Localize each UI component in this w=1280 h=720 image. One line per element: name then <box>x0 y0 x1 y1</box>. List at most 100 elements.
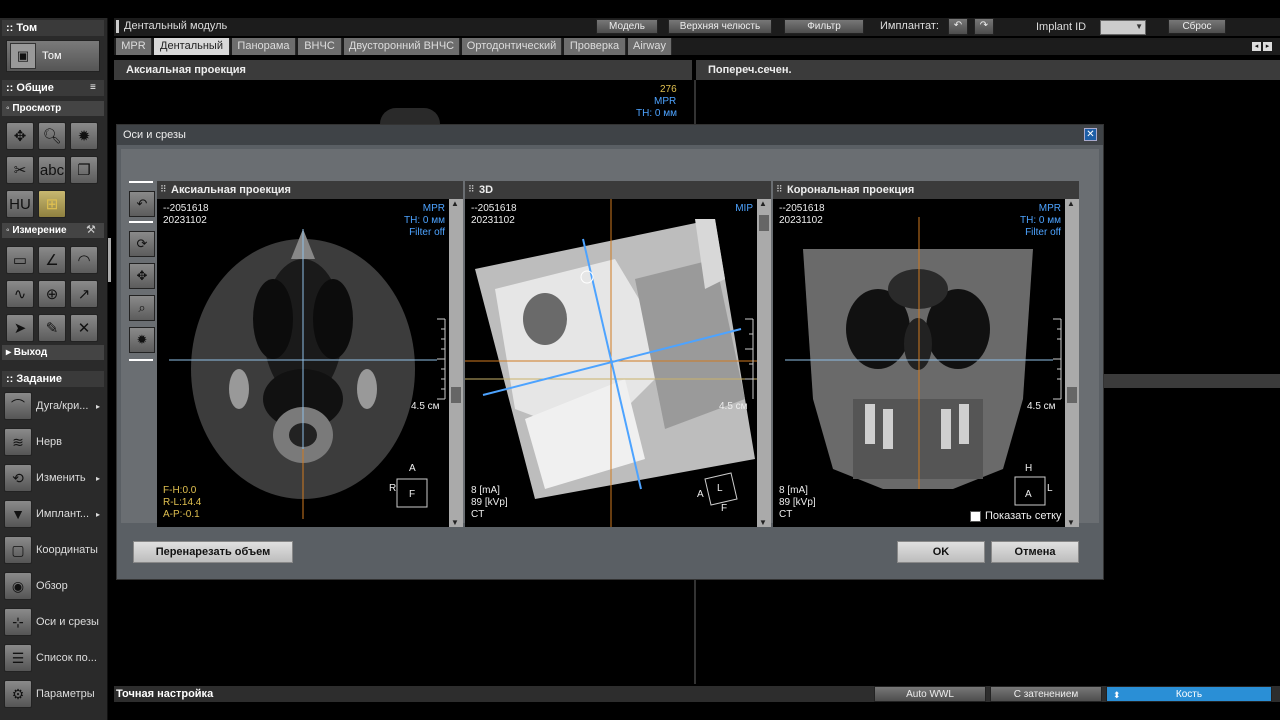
zoom-icon[interactable]: 🔍︎ <box>38 122 66 150</box>
drag-handle-icon[interactable]: ⠿ <box>776 184 783 195</box>
tom-button-label: Том <box>42 50 62 62</box>
brightness-icon[interactable]: ✹ <box>70 122 98 150</box>
task-item-label: Изменить <box>36 472 86 484</box>
coronal-scrollbar[interactable]: ▲ ▼ <box>1065 199 1079 527</box>
orient-top: H <box>1025 463 1033 474</box>
coronal-viewport-title: Корональная проекция <box>773 181 1079 199</box>
ok-button[interactable]: OK <box>897 541 985 563</box>
delete-measure-icon[interactable]: ✕ <box>70 314 98 342</box>
coronal-image[interactable]: --2051618 20231102 MPR TH: 0 мм Filter o… <box>773 199 1065 527</box>
menu-icon[interactable]: ≡ <box>90 82 96 93</box>
chevron-down-icon[interactable]: ▼ <box>759 518 767 527</box>
arc-measure-icon[interactable]: ◠ <box>70 246 98 274</box>
implant-id-select[interactable]: ▼ <box>1100 20 1146 35</box>
chevron-up-icon[interactable]: ▲ <box>451 199 459 208</box>
task-section-header[interactable]: :: Задание <box>2 371 104 387</box>
scroll-thumb[interactable] <box>759 215 769 231</box>
filter-button[interactable]: Фильтр <box>784 19 864 34</box>
zoom-tool-icon[interactable]: ⌕ <box>129 295 155 321</box>
ruler-grid-icon[interactable]: ⊞ <box>38 190 66 218</box>
show-grid-checkbox[interactable] <box>970 511 981 522</box>
pan-tool-icon[interactable]: ✥ <box>129 263 155 289</box>
background-axial-image <box>380 108 440 124</box>
viewport-tools: ↶ ⟳ ✥ ⌕ ✹ <box>125 179 155 365</box>
cancel-button[interactable]: Отмена <box>991 541 1079 563</box>
tab-airway[interactable]: Airway <box>628 38 672 55</box>
task-item[interactable]: ◉ Обзор <box>4 570 104 602</box>
tab-orthodontic[interactable]: Ортодонтический <box>462 38 562 55</box>
coord-fh: F-H:0.0 <box>163 485 197 496</box>
task-item[interactable]: ▼ Имплант... ▸ <box>4 498 104 530</box>
chevron-up-icon[interactable]: ▲ <box>1067 199 1075 208</box>
task-item[interactable]: ☰ Список по... <box>4 642 104 674</box>
redo-icon[interactable]: ↷ <box>974 18 994 35</box>
copy-icon[interactable]: ❐ <box>70 156 98 184</box>
chevron-right-icon: ▸ <box>95 509 100 519</box>
chevron-up-icon[interactable]: ▲ <box>759 199 767 208</box>
general-section-header[interactable]: :: Общие <box>2 80 104 96</box>
tools-icon[interactable]: ⚒ <box>86 223 96 236</box>
3d-scrollbar[interactable]: ▲ ▼ <box>757 199 771 527</box>
angle-icon[interactable]: ∠ <box>38 246 66 274</box>
reslice-volume-button[interactable]: Перенарезать объем <box>133 541 293 563</box>
axial-image[interactable]: --2051618 20231102 MPR TH: 0 мм Filter o… <box>157 199 449 527</box>
task-item[interactable]: ⟲ Изменить ▸ <box>4 462 104 494</box>
list-icon: ☰ <box>4 644 32 672</box>
model-button[interactable]: Модель <box>596 19 658 34</box>
rotate-tool-icon[interactable]: ↶ <box>129 191 155 217</box>
exit-subsection-header[interactable]: ▸ Выход <box>2 345 104 360</box>
tom-button[interactable]: ▣ Том <box>6 40 100 72</box>
drag-handle-icon[interactable]: ⠿ <box>160 184 167 195</box>
scroll-right-icon[interactable]: ▸ <box>1263 42 1272 51</box>
3d-scan <box>465 199 757 527</box>
drag-handle-icon[interactable]: ⠿ <box>468 184 475 195</box>
tab-bilateral-tmj[interactable]: Двусторонний ВНЧС <box>344 38 460 55</box>
axial-scrollbar[interactable]: ▲ ▼ <box>449 199 463 527</box>
task-item[interactable]: ≋ Нерв <box>4 426 104 458</box>
chevron-down-icon[interactable]: ▼ <box>1067 518 1075 527</box>
ruler-icon[interactable]: ▭ <box>6 246 34 274</box>
tab-dental[interactable]: Дентальный <box>154 38 230 55</box>
reset-button[interactable]: Сброс <box>1168 19 1226 34</box>
chevron-down-icon[interactable]: ▼ <box>451 518 459 527</box>
sidebar-splitter[interactable] <box>108 238 111 282</box>
scroll-thumb[interactable] <box>451 387 461 403</box>
pointer-icon[interactable]: ➤ <box>6 314 34 342</box>
scale-label: 4.5 см <box>411 401 440 412</box>
globe-icon[interactable]: ⊕ <box>38 280 66 308</box>
tab-panorama[interactable]: Панорама <box>232 38 296 55</box>
close-icon[interactable]: ✕ <box>1084 128 1097 141</box>
3d-image[interactable]: --2051618 20231102 MIP 4.5 см 8 [mA] 89 … <box>465 199 757 527</box>
tom-section-header[interactable]: :: Том <box>2 20 104 36</box>
annotation-icon[interactable]: abc <box>38 156 66 184</box>
task-item[interactable]: ⚙ Параметры <box>4 678 104 710</box>
rotate-icon[interactable]: ✂ <box>6 156 34 184</box>
task-item[interactable]: ▢ Координаты <box>4 534 104 566</box>
scroll-thumb[interactable] <box>1067 387 1077 403</box>
hu-icon[interactable]: HU <box>6 190 34 218</box>
task-item[interactable]: ⌒ Дуга/кри... ▸ <box>4 390 104 422</box>
undo-icon[interactable]: ↶ <box>948 18 968 35</box>
bone-preset-select[interactable]: ⬍ Кость <box>1106 686 1272 702</box>
tube-voltage: 89 [kVp] <box>471 497 508 508</box>
arrow-annotation-icon[interactable]: ↗ <box>70 280 98 308</box>
3d-rotate-icon[interactable]: ⟳ <box>129 231 155 257</box>
orient-center: L <box>717 483 723 494</box>
chevron-right-icon: ▸ <box>95 401 100 411</box>
tab-tmj[interactable]: ВНЧС <box>298 38 342 55</box>
pen-icon[interactable]: ✎ <box>38 314 66 342</box>
view-subsection-header[interactable]: ◦ Просмотр <box>2 101 104 116</box>
scroll-left-icon[interactable]: ◂ <box>1252 42 1261 51</box>
upper-jaw-button[interactable]: Верхняя челюсть <box>668 19 772 34</box>
profile-icon[interactable]: ∿ <box>6 280 34 308</box>
brightness-tool-icon[interactable]: ✹ <box>129 327 155 353</box>
pan-icon[interactable]: ✥ <box>6 122 34 150</box>
tab-mpr[interactable]: MPR <box>116 38 152 55</box>
tab-check[interactable]: Проверка <box>564 38 626 55</box>
shading-button[interactable]: С затенением <box>990 686 1102 702</box>
auto-wwl-button[interactable]: Auto WWL <box>874 686 986 702</box>
task-item[interactable]: ⊹ Оси и срезы <box>4 606 104 638</box>
bottom-bar: Точная настройка Auto WWL С затенением ⬍… <box>114 686 1280 702</box>
fine-tune-label[interactable]: Точная настройка <box>116 688 213 700</box>
axial-panel-header: Аксиальная проекция <box>114 60 692 80</box>
